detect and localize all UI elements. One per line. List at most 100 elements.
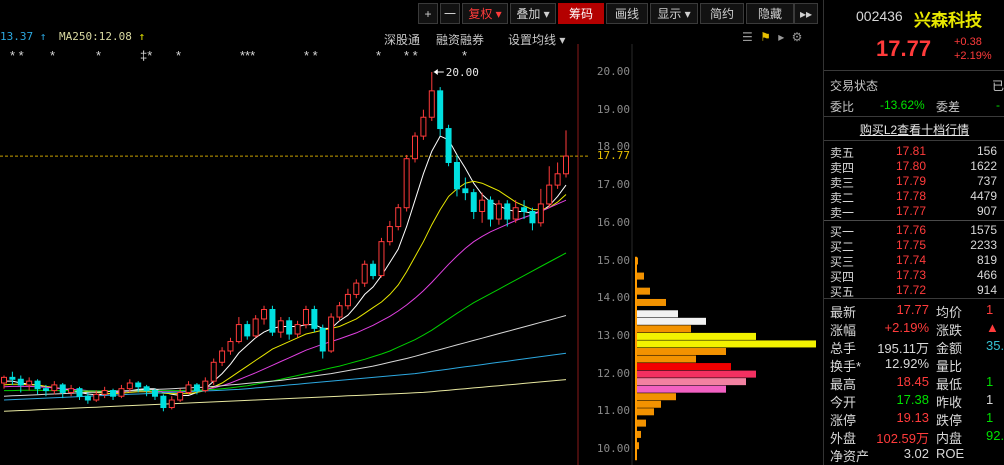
candle-body	[546, 184, 553, 205]
weibi-value: -13.62%	[880, 98, 925, 112]
bid-price: 17.72	[896, 283, 927, 297]
candle-body	[185, 384, 192, 393]
price-header: 17.77 +0.38 +2.19%	[824, 36, 1004, 62]
candle-body	[437, 90, 444, 130]
ask-row[interactable]: 卖五 17.81 156	[824, 144, 1004, 160]
stat-row: 外盘 102.59万 内盘 92.	[824, 428, 1004, 446]
candle-body	[370, 263, 377, 277]
stock-code: 002436	[856, 8, 903, 24]
expand-arrows-icon[interactable]: ▸▸	[794, 3, 818, 24]
candle-body	[554, 173, 561, 186]
bid-row[interactable]: 买五 17.72 914	[824, 283, 1004, 299]
candle-body	[84, 395, 91, 401]
jianyue-button[interactable]: 简约	[700, 3, 744, 24]
stat-value: +2.19%	[884, 320, 929, 335]
price-tick-label: 12.00	[596, 366, 630, 380]
kline-chart[interactable]: 20.00	[0, 44, 820, 465]
candle-body	[462, 188, 469, 194]
ask-volume: 737	[976, 174, 997, 188]
stat-value: 12.92%	[884, 356, 929, 371]
candle-body	[252, 318, 259, 337]
candle-body	[269, 309, 276, 333]
candle-body	[294, 324, 301, 335]
candle-body	[93, 393, 100, 401]
candle-body	[311, 309, 318, 329]
ask-row[interactable]: 卖三 17.79 737	[824, 174, 1004, 190]
stat-label: 外盘	[830, 431, 857, 446]
ask-row[interactable]: 卖二 17.78 4479	[824, 189, 1004, 205]
stock-name: 兴森科技	[914, 11, 982, 30]
ma-line	[3, 315, 567, 397]
ask-price: 17.80	[896, 159, 927, 173]
bid-row[interactable]: 买三 17.74 819	[824, 253, 1004, 269]
price-tick-label: 14.00	[596, 291, 630, 305]
chip-bar	[636, 370, 756, 378]
candle-body	[479, 199, 486, 212]
zoom-out-button[interactable]: 一	[440, 3, 460, 24]
candle-body	[529, 210, 536, 224]
candle-body	[504, 203, 511, 220]
candle-body	[328, 316, 335, 352]
bid-row[interactable]: 买四 17.73 466	[824, 268, 1004, 284]
chip-bar	[636, 378, 746, 386]
stat-row: 最新 17.77 均价 1	[824, 302, 1004, 320]
candle-body	[386, 226, 393, 243]
high-price-label: 20.00	[446, 66, 479, 79]
ask-volume: 4479	[970, 189, 997, 203]
bid-row[interactable]: 买一 17.76 1575	[824, 223, 1004, 239]
chip-bar	[636, 385, 726, 393]
last-price: 17.77	[876, 36, 932, 61]
candle-body	[202, 380, 209, 392]
stat-label: ROE	[936, 446, 965, 461]
ask-price: 17.78	[896, 189, 927, 203]
l2-link[interactable]: 购买L2查看十档行情	[824, 121, 1004, 137]
candle-body	[101, 390, 108, 395]
stat-label: 净资产	[830, 449, 870, 464]
candle-body	[445, 128, 452, 163]
candle-body	[244, 324, 251, 337]
fuquan-label: 复权	[468, 7, 493, 21]
ma-line	[3, 199, 567, 393]
list-icon[interactable]: ☰	[742, 30, 753, 44]
diejia-button[interactable]: 叠加 ▾	[510, 3, 556, 24]
ask-row[interactable]: 卖一 17.77 907	[824, 204, 1004, 220]
gear-icon[interactable]: ⚙	[792, 30, 803, 44]
ask-row[interactable]: 卖四 17.80 1622	[824, 159, 1004, 175]
flag-icon[interactable]: ⚑	[760, 30, 771, 44]
fuquan-button[interactable]: 复权 ▾	[462, 3, 508, 24]
stat-value: 19.13	[896, 410, 929, 425]
stat-row: 换手* 12.92% 量比	[824, 356, 1004, 374]
chip-bar	[636, 393, 676, 401]
candle-body	[403, 158, 410, 209]
chip-bar	[636, 419, 646, 427]
high-arrow-head	[433, 69, 438, 75]
play-icon[interactable]: ▸	[778, 30, 784, 44]
stock-header: 002436 兴森科技	[824, 8, 1004, 30]
huaxian-button[interactable]: 画线	[606, 3, 648, 24]
stat-label: 最高	[830, 377, 857, 392]
zoom-in-button[interactable]: +	[418, 3, 438, 24]
candle-body	[9, 376, 16, 380]
candle-body	[495, 203, 502, 220]
ask-price: 17.77	[896, 204, 927, 218]
ask-price: 17.79	[896, 174, 927, 188]
bid-volume: 914	[976, 283, 997, 297]
xianshi-button[interactable]: 显示 ▾	[650, 3, 698, 24]
stat-label: 总手	[830, 341, 857, 356]
bid-price: 17.73	[896, 268, 927, 282]
stat-value: 35.	[986, 338, 1004, 353]
last-price-tag: 17.77	[596, 149, 630, 163]
price-tick-label: 15.00	[596, 253, 630, 267]
bid-price: 17.76	[896, 223, 927, 237]
bid-row[interactable]: 买二 17.75 2233	[824, 238, 1004, 254]
ask-volume: 156	[976, 144, 997, 158]
bid-volume: 819	[976, 253, 997, 267]
change-value: +0.38	[954, 36, 982, 48]
candle-body	[34, 380, 41, 390]
stat-value: 18.45	[896, 374, 929, 389]
status-value: 已	[992, 79, 1004, 93]
chouma-button[interactable]: 筹码	[558, 3, 604, 24]
candle-body	[126, 382, 133, 390]
candle-body	[470, 192, 477, 212]
yincang-button[interactable]: 隐藏	[746, 3, 794, 24]
